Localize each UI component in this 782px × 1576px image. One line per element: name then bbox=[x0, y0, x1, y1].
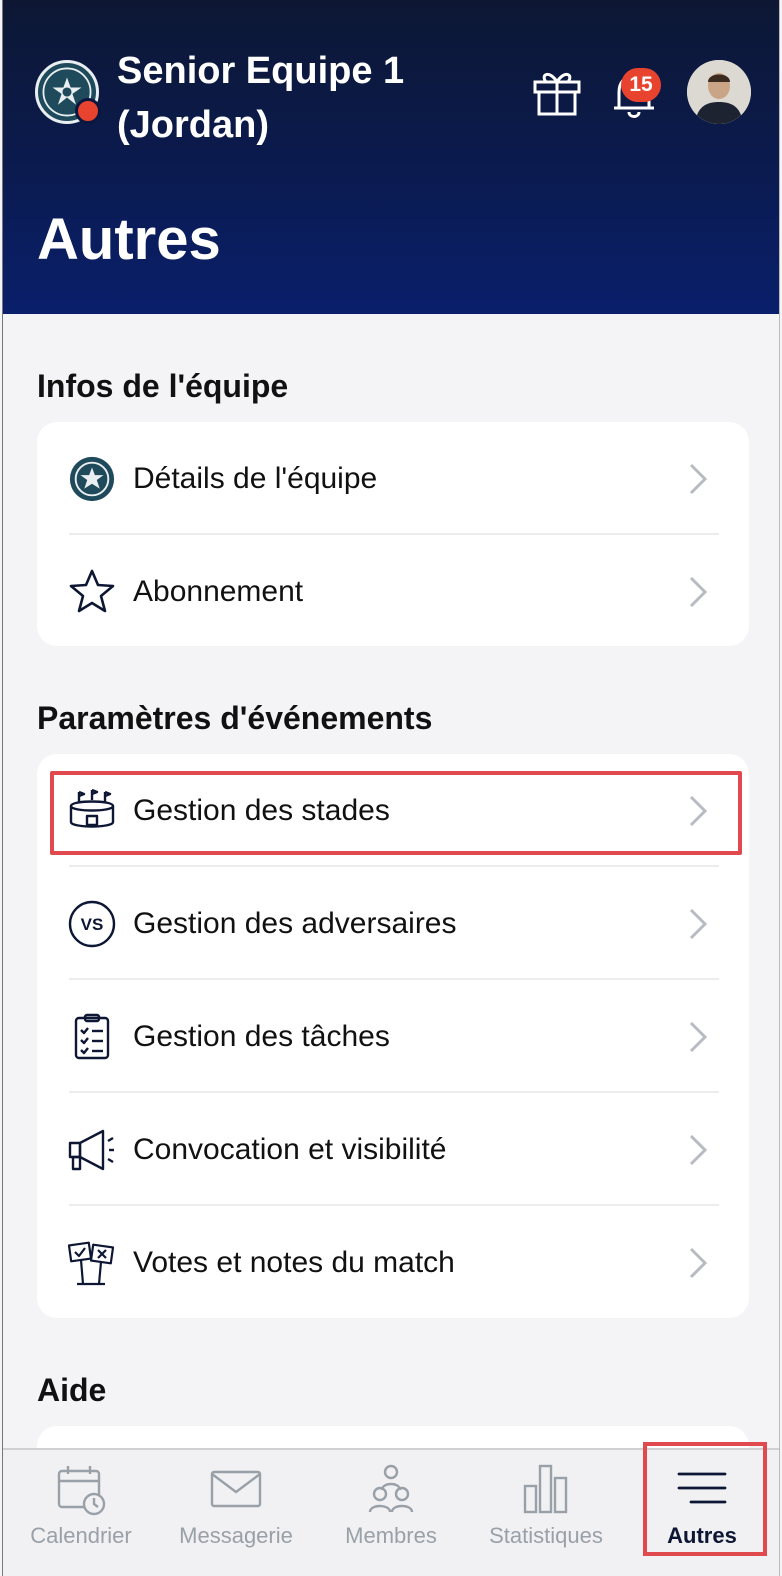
nav-tab-calendar[interactable]: Calendrier bbox=[6, 1450, 156, 1576]
nav-label: Messagerie bbox=[179, 1523, 293, 1548]
nav-label: Statistiques bbox=[489, 1523, 603, 1548]
menu-item-votes[interactable]: Votes et notes du match bbox=[37, 1206, 749, 1319]
header: Senior Equipe 1 (Jordan) 15 Autres bbox=[3, 0, 779, 314]
nav-tab-messaging[interactable]: Messagerie bbox=[161, 1450, 311, 1576]
team-name[interactable]: Senior Equipe 1 (Jordan) bbox=[117, 44, 497, 152]
status-dot bbox=[75, 98, 101, 124]
mail-icon bbox=[210, 1470, 262, 1508]
menu-item-convocation[interactable]: Convocation et visibilité bbox=[37, 1093, 749, 1206]
star-icon bbox=[67, 567, 117, 617]
menu-item-label: Abonnement bbox=[133, 574, 304, 608]
checklist-icon bbox=[67, 1012, 117, 1062]
menu-item-subscription[interactable]: Abonnement bbox=[37, 535, 749, 648]
app-screen: Senior Equipe 1 (Jordan) 15 Autres Infos… bbox=[2, 0, 780, 1576]
svg-text:VS: VS bbox=[81, 915, 104, 934]
menu-item-team-details[interactable]: Détails de l'équipe bbox=[37, 422, 749, 535]
page-title: Autres bbox=[37, 207, 221, 272]
menu-item-opponents[interactable]: VS Gestion des adversaires bbox=[37, 867, 749, 980]
vs-icon: VS bbox=[67, 899, 117, 949]
members-icon bbox=[368, 1464, 414, 1513]
notification-badge: 15 bbox=[621, 68, 661, 102]
nav-tab-members[interactable]: Membres bbox=[316, 1450, 466, 1576]
chevron-right-icon bbox=[689, 908, 708, 939]
chevron-right-icon bbox=[689, 1247, 708, 1278]
stats-icon bbox=[523, 1464, 568, 1514]
section-title-team-info: Infos de l'équipe bbox=[37, 368, 289, 404]
vote-signs-icon bbox=[67, 1238, 117, 1288]
menu-item-label: Votes et notes du match bbox=[133, 1245, 455, 1279]
menu-item-label: Gestion des adversaires bbox=[133, 906, 457, 940]
section-title-event-settings: Paramètres d'événements bbox=[37, 700, 433, 736]
nav-tab-statistics[interactable]: Statistiques bbox=[471, 1450, 621, 1576]
nav-label: Membres bbox=[345, 1523, 437, 1548]
nav-label: Calendrier bbox=[30, 1523, 132, 1548]
menu-item-label: Détails de l'équipe bbox=[133, 461, 378, 495]
calendar-icon bbox=[57, 1466, 106, 1516]
menu-item-label: Gestion des tâches bbox=[133, 1019, 390, 1053]
menu-item-tasks[interactable]: Gestion des tâches bbox=[37, 980, 749, 1093]
menu-item-label: Convocation et visibilité bbox=[133, 1132, 447, 1166]
megaphone-icon bbox=[67, 1125, 117, 1175]
section-title-help: Aide bbox=[37, 1372, 107, 1408]
nav-highlight-box bbox=[643, 1442, 767, 1556]
chevron-right-icon bbox=[689, 576, 708, 607]
gift-icon[interactable] bbox=[530, 64, 584, 118]
chevron-right-icon bbox=[689, 463, 708, 494]
avatar[interactable] bbox=[687, 60, 751, 124]
card-team-info: Détails de l'équipe Abonnement bbox=[37, 422, 749, 646]
chevron-right-icon bbox=[689, 1134, 708, 1165]
team-logo-icon bbox=[67, 454, 117, 504]
chevron-right-icon bbox=[689, 1021, 708, 1052]
highlight-box bbox=[50, 771, 742, 855]
